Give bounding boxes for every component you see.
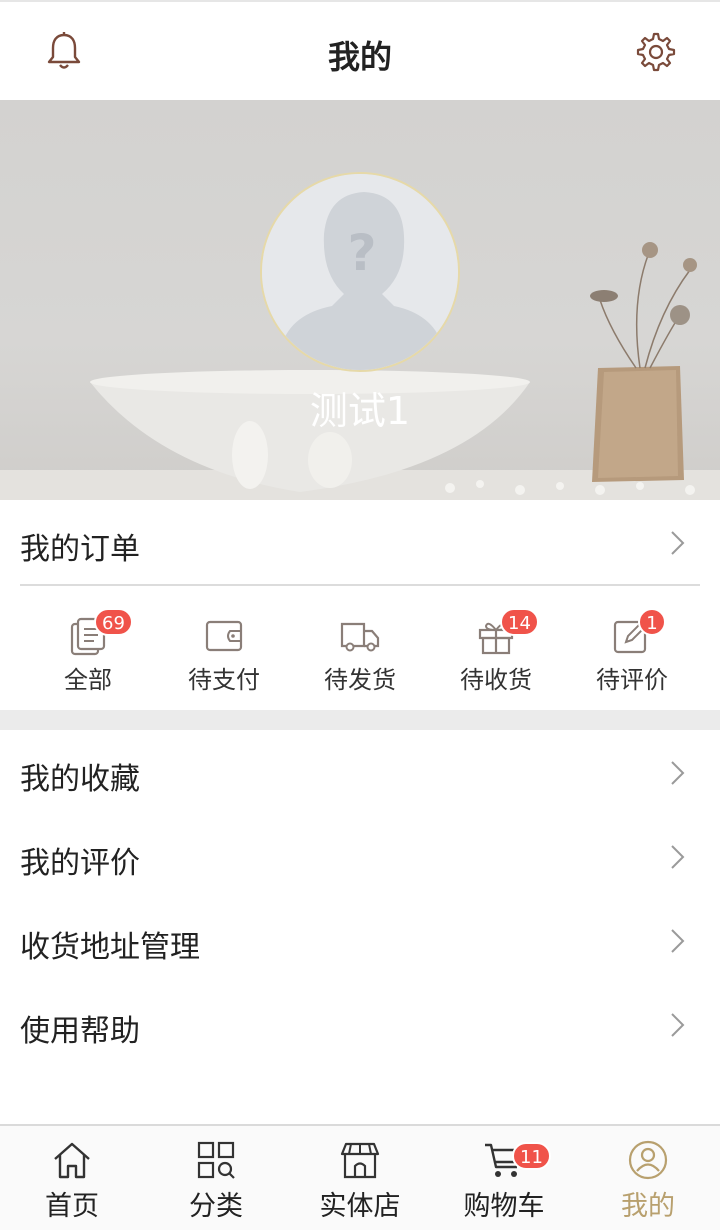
menu-help[interactable]: 使用帮助: [0, 982, 720, 1066]
cart-badge: 11: [512, 1142, 551, 1170]
order-badge-to-receive: 14: [500, 608, 539, 636]
section-gap: [0, 710, 720, 730]
truck-icon: [340, 622, 380, 652]
order-badge-all: 69: [94, 608, 133, 636]
wallet-icon: [205, 620, 243, 652]
tab-category[interactable]: 分类: [144, 1126, 288, 1230]
tab-label: 购物车: [463, 1191, 545, 1222]
avatar[interactable]: ?: [260, 172, 460, 372]
my-orders-row[interactable]: 我的订单: [0, 500, 720, 584]
profile-banner: ? 测试1: [0, 100, 720, 500]
order-status-label: 全部: [64, 666, 112, 694]
tab-mine[interactable]: 我的: [576, 1126, 720, 1230]
store-icon: [340, 1142, 380, 1179]
chevron-right-icon: [671, 845, 685, 869]
order-badge-to-review: 1: [638, 608, 666, 636]
menu-label: 我的评价: [20, 846, 140, 881]
home-icon: [54, 1142, 90, 1179]
chevron-right-icon: [671, 929, 685, 953]
order-status-to-receive[interactable]: 14 待收货: [428, 586, 564, 710]
order-status-all[interactable]: 69 全部: [20, 586, 156, 710]
my-orders-label: 我的订单: [20, 532, 140, 567]
bottom-tab-bar: 首页 分类 实体店 11 购物车 我的: [0, 1124, 720, 1230]
menu-label: 我的收藏: [20, 762, 140, 797]
order-status-label: 待发货: [324, 666, 396, 694]
tab-label: 分类: [189, 1191, 243, 1222]
top-bar: 我的: [0, 0, 720, 100]
menu-favorites[interactable]: 我的收藏: [0, 730, 720, 814]
menu-label: 收货地址管理: [20, 930, 200, 965]
tab-label: 我的: [621, 1191, 675, 1222]
profile-icon: [628, 1140, 668, 1180]
order-status-to-review[interactable]: 1 待评价: [564, 586, 700, 710]
default-avatar-icon: ?: [262, 174, 458, 370]
tab-cart[interactable]: 11 购物车: [432, 1126, 576, 1230]
menu-address-management[interactable]: 收货地址管理: [0, 898, 720, 982]
chevron-right-icon: [671, 761, 685, 785]
chevron-right-icon: [671, 531, 685, 555]
tab-label: 实体店: [319, 1191, 401, 1222]
username: 测试1: [309, 389, 411, 433]
tab-label: 首页: [45, 1191, 99, 1222]
order-status-label: 待评价: [596, 666, 668, 694]
tab-home[interactable]: 首页: [0, 1126, 144, 1230]
chevron-right-icon: [671, 1013, 685, 1037]
order-status-to-ship[interactable]: 待发货: [292, 586, 428, 710]
category-icon: [197, 1141, 235, 1179]
order-status-bar: 69 全部 待支付 待发货 14 待收货 1 待评价: [0, 586, 720, 710]
order-status-unpaid[interactable]: 待支付: [156, 586, 292, 710]
tab-store[interactable]: 实体店: [288, 1126, 432, 1230]
page-title: 我的: [327, 38, 392, 76]
svg-text:?: ?: [347, 224, 376, 282]
order-status-label: 待支付: [188, 666, 260, 694]
gear-icon[interactable]: [634, 30, 678, 74]
menu-label: 使用帮助: [20, 1014, 140, 1049]
order-status-label: 待收货: [460, 666, 532, 694]
menu-my-reviews[interactable]: 我的评价: [0, 814, 720, 898]
